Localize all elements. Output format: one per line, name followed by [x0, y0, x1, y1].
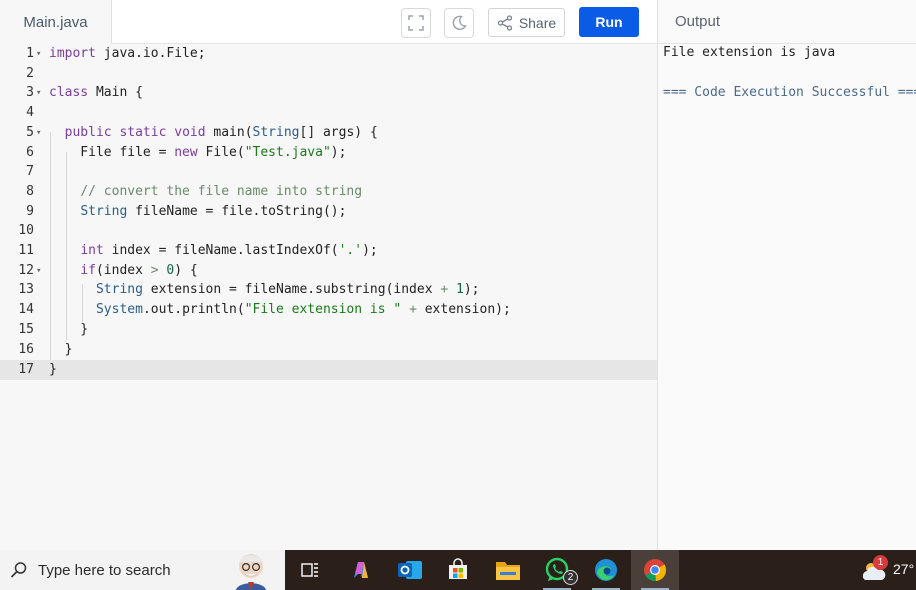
- line-number: 1: [26, 46, 34, 61]
- code-line: 1 ▾ import java.io.File;: [0, 44, 657, 64]
- fold-arrow-icon[interactable]: ▾: [36, 123, 46, 143]
- task-view-button[interactable]: [286, 550, 334, 590]
- output-panel: File extension is java === Code Executio…: [657, 44, 916, 550]
- line-number: 14: [18, 302, 34, 318]
- line-number: 9: [26, 203, 34, 219]
- code-text: class Main {: [49, 85, 143, 101]
- fold-arrow-icon[interactable]: ▾: [36, 83, 46, 103]
- tab-main-java[interactable]: Main.java: [0, 0, 112, 44]
- code-line: 3 ▾ class Main {: [0, 83, 657, 103]
- output-title: Output: [657, 0, 916, 44]
- search-placeholder: Type here to search: [38, 562, 171, 579]
- taskbar-search-box[interactable]: Type here to search: [0, 550, 285, 590]
- code-line: 15 }: [0, 320, 657, 340]
- code-text: File file = new File("Test.java");: [49, 144, 347, 160]
- output-line: File extension is java: [663, 45, 836, 60]
- task-view-icon: [301, 563, 318, 577]
- code-text: }: [49, 341, 73, 357]
- line-number: 11: [18, 243, 34, 258]
- file-explorer-button[interactable]: [484, 550, 532, 590]
- code-text: }: [49, 362, 57, 377]
- run-button[interactable]: Run: [579, 7, 639, 37]
- fold-arrow-icon[interactable]: ▾: [36, 44, 46, 64]
- code-line: 5 ▾ public static void main(String[] arg…: [0, 123, 657, 143]
- chrome-button[interactable]: [631, 550, 679, 590]
- search-highlight-illustration-icon: [236, 554, 266, 590]
- edge-icon: [595, 559, 617, 581]
- line-number: 15: [18, 321, 34, 337]
- code-text: // convert the file name into string: [80, 183, 363, 199]
- code-line: 2: [0, 64, 657, 84]
- code-line: 14 System.out.println("File extension is…: [0, 300, 657, 320]
- copilot-button[interactable]: [337, 550, 385, 590]
- code-text: int index = fileName.lastIndexOf('.');: [80, 243, 378, 258]
- output-success-line: === Code Execution Successful ===: [663, 85, 916, 100]
- share-button[interactable]: Share: [488, 8, 565, 37]
- weather-alert-badge: 1: [873, 555, 888, 570]
- outlook-button[interactable]: [386, 550, 434, 590]
- whatsapp-badge: 2: [563, 570, 578, 585]
- outlook-icon: [398, 561, 422, 579]
- code-line: 16 }: [0, 340, 657, 360]
- windows-taskbar: Type here to search 2 1 27°: [0, 550, 916, 590]
- line-number: 2: [26, 65, 34, 81]
- code-text: String extension = fileName.substring(in…: [95, 282, 480, 298]
- line-number: 8: [26, 183, 34, 199]
- moon-icon: [452, 15, 467, 30]
- line-number: 16: [18, 341, 34, 357]
- folder-icon: [496, 562, 520, 580]
- edge-button[interactable]: [582, 550, 630, 590]
- fullscreen-icon: [408, 15, 424, 31]
- line-number: 6: [26, 144, 34, 160]
- line-number: 17: [18, 362, 34, 377]
- code-text: import java.io.File;: [49, 46, 206, 61]
- tab-strip: [112, 0, 657, 44]
- line-number: 12: [18, 262, 34, 278]
- code-line: 13 String extension = fileName.substring…: [0, 280, 657, 300]
- microsoft-store-button[interactable]: [434, 550, 482, 590]
- code-line: 7: [0, 162, 657, 182]
- code-line: 4: [0, 103, 657, 123]
- line-number: 10: [18, 223, 34, 239]
- temperature-label: 27°: [893, 561, 915, 577]
- code-text: }: [49, 321, 89, 337]
- code-line: 9 String fileName = file.toString();: [0, 202, 657, 222]
- line-number: 7: [26, 164, 34, 180]
- code-line: 6 File file = new File("Test.java");: [0, 143, 657, 163]
- line-number: 5: [26, 124, 34, 140]
- search-icon: [10, 562, 27, 578]
- line-number: 4: [26, 105, 34, 121]
- code-text: System.out.println("File extension is " …: [95, 302, 511, 318]
- chrome-icon: [644, 559, 667, 582]
- tab-label: Main.java: [23, 13, 88, 31]
- line-number: 13: [18, 282, 34, 298]
- fullscreen-button[interactable]: [401, 8, 431, 38]
- code-line: 11 int index = fileName.lastIndexOf('.')…: [0, 241, 657, 261]
- code-editor[interactable]: 1 ▾ import java.io.File; 2 3 ▾ class Mai…: [0, 44, 657, 550]
- code-text: public static void main(String[] args) {: [64, 124, 378, 140]
- theme-toggle-button[interactable]: [444, 8, 474, 38]
- code-text: if(index > 0) {: [80, 262, 198, 278]
- code-line: 10: [0, 221, 657, 241]
- code-line: 12 ▾ if(index > 0) {: [0, 261, 657, 281]
- code-text: String fileName = file.toString();: [80, 203, 347, 219]
- share-label: Share: [518, 14, 557, 31]
- weather-widget[interactable]: 1: [860, 555, 888, 584]
- store-icon: [449, 558, 467, 579]
- editor-toolbar: Main.java Share Run Output: [0, 0, 916, 44]
- line-number: 3: [26, 85, 34, 101]
- share-icon: [497, 14, 512, 31]
- code-line-active: 17 }: [0, 360, 657, 380]
- output-title-label: Output: [675, 13, 721, 30]
- whatsapp-button[interactable]: 2: [533, 550, 581, 590]
- code-line: 8 // convert the file name into string: [0, 182, 657, 202]
- fold-arrow-icon[interactable]: ▾: [36, 261, 46, 281]
- copilot-icon: [354, 562, 368, 578]
